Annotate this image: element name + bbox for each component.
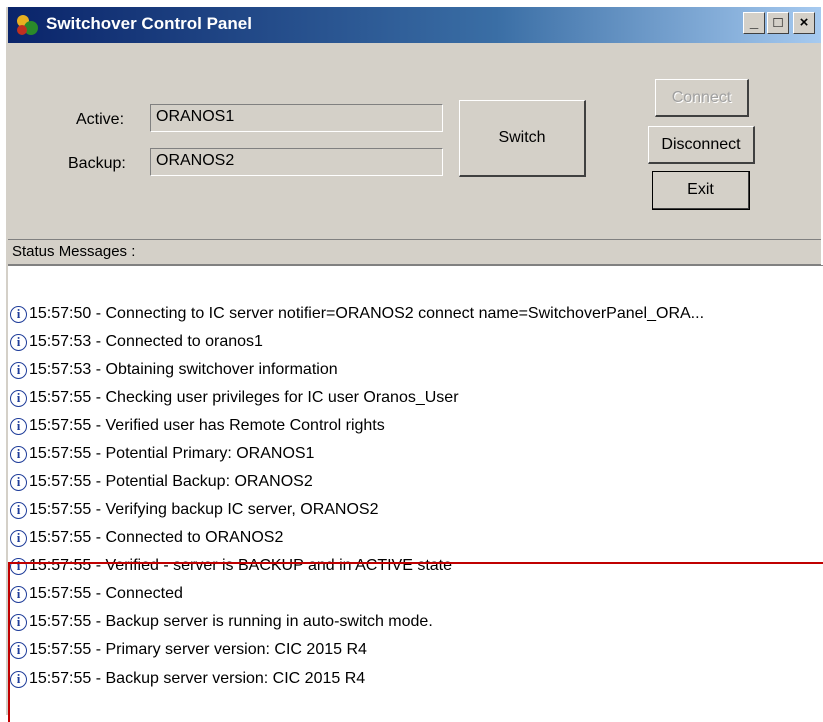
- connect-button[interactable]: Connect: [655, 79, 749, 117]
- status-message-row[interactable]: i 15:57:55 - Potential Backup: ORANOS2: [10, 470, 313, 494]
- info-icon: i: [10, 473, 27, 491]
- active-server-field[interactable]: ORANOS1: [150, 104, 443, 132]
- status-message-text: 15:57:53 - Connected to oranos1: [29, 333, 263, 350]
- status-message-text: 15:57:55 - Backup server version: CIC 20…: [29, 670, 366, 687]
- info-icon: i: [10, 333, 27, 351]
- info-icon: i: [10, 501, 27, 519]
- maximize-button[interactable]: □: [767, 12, 789, 34]
- backup-label: Backup:: [68, 155, 126, 172]
- status-message-list[interactable]: i 15:57:50 - Connecting to IC server noti…: [8, 265, 823, 715]
- status-message-row[interactable]: i 15:57:55 - Backup server version: CIC 2…: [10, 667, 365, 691]
- info-icon: i: [10, 585, 27, 603]
- status-messages-header: Status Messages :: [8, 239, 821, 265]
- info-icon: i: [10, 361, 27, 379]
- status-message-row[interactable]: i 15:57:53 - Obtaining switchover informa…: [10, 358, 338, 382]
- status-message-text: 15:57:50 - Connecting to IC server notif…: [29, 305, 705, 322]
- status-message-text: 15:57:55 - Verified user has Remote Cont…: [29, 417, 385, 434]
- status-message-row[interactable]: i 15:57:50 - Connecting to IC server noti…: [10, 302, 704, 326]
- close-button[interactable]: ×: [793, 12, 815, 34]
- status-message-row[interactable]: i 15:57:53 - Connected to oranos1: [10, 330, 263, 354]
- backup-server-field[interactable]: ORANOS2: [150, 148, 443, 176]
- info-icon: i: [10, 445, 27, 463]
- exit-button[interactable]: Exit: [652, 171, 750, 210]
- info-icon: i: [10, 613, 27, 631]
- switch-button[interactable]: Switch: [459, 100, 586, 177]
- status-message-row[interactable]: i 15:57:55 - Verifying backup IC server, …: [10, 498, 379, 522]
- minimize-button[interactable]: _: [743, 12, 765, 34]
- window-title: Switchover Control Panel: [46, 14, 252, 33]
- status-message-text: 15:57:53 - Obtaining switchover informat…: [29, 361, 338, 378]
- disconnect-button[interactable]: Disconnect: [648, 126, 755, 164]
- active-label: Active:: [76, 111, 125, 128]
- status-message-text: 15:57:55 - Backup server is running in a…: [29, 613, 433, 630]
- info-icon: i: [10, 557, 27, 575]
- status-message-text: 15:57:55 - Potential Backup: ORANOS2: [29, 473, 313, 490]
- info-icon: i: [10, 641, 27, 659]
- status-message-text: 15:57:55 - Potential Primary: ORANOS1: [29, 445, 315, 462]
- info-icon: i: [10, 529, 27, 547]
- status-message-row[interactable]: i 15:57:55 - Checking user privileges for…: [10, 386, 459, 410]
- status-message-row[interactable]: i 15:57:55 - Connected: [10, 582, 183, 606]
- status-message-row[interactable]: i 15:57:55 - Verified user has Remote Con…: [10, 414, 385, 438]
- status-message-row[interactable]: i 15:57:55 - Primary server version: CIC …: [10, 638, 367, 662]
- info-icon: i: [10, 670, 27, 688]
- status-message-text: 15:57:55 - Connected to ORANOS2: [29, 529, 284, 546]
- status-message-text: 15:57:55 - Verified - server is BACKUP a…: [29, 557, 453, 574]
- info-icon: i: [10, 417, 27, 435]
- app-icon: [17, 15, 38, 35]
- status-message-text: 15:57:55 - Primary server version: CIC 2…: [29, 641, 367, 658]
- status-message-row[interactable]: i 15:57:55 - Verified - server is BACKUP …: [10, 554, 452, 578]
- status-message-text: 15:57:55 - Verifying backup IC server, O…: [29, 501, 379, 518]
- status-message-text: 15:57:55 - Checking user privileges for …: [29, 389, 459, 406]
- status-message-row[interactable]: i 15:57:55 - Potential Primary: ORANOS1: [10, 442, 314, 466]
- title-bar[interactable]: Switchover Control Panel _ □ ×: [8, 7, 821, 43]
- info-icon: i: [10, 389, 27, 407]
- info-icon: i: [10, 305, 27, 323]
- status-message-row[interactable]: i 15:57:55 - Connected to ORANOS2: [10, 526, 283, 550]
- status-message-row[interactable]: i 15:57:55 - Backup server is running in …: [10, 610, 433, 634]
- status-message-text: 15:57:55 - Connected: [29, 585, 183, 602]
- switchover-window: Switchover Control Panel _ □ × Active: O…: [6, 7, 823, 722]
